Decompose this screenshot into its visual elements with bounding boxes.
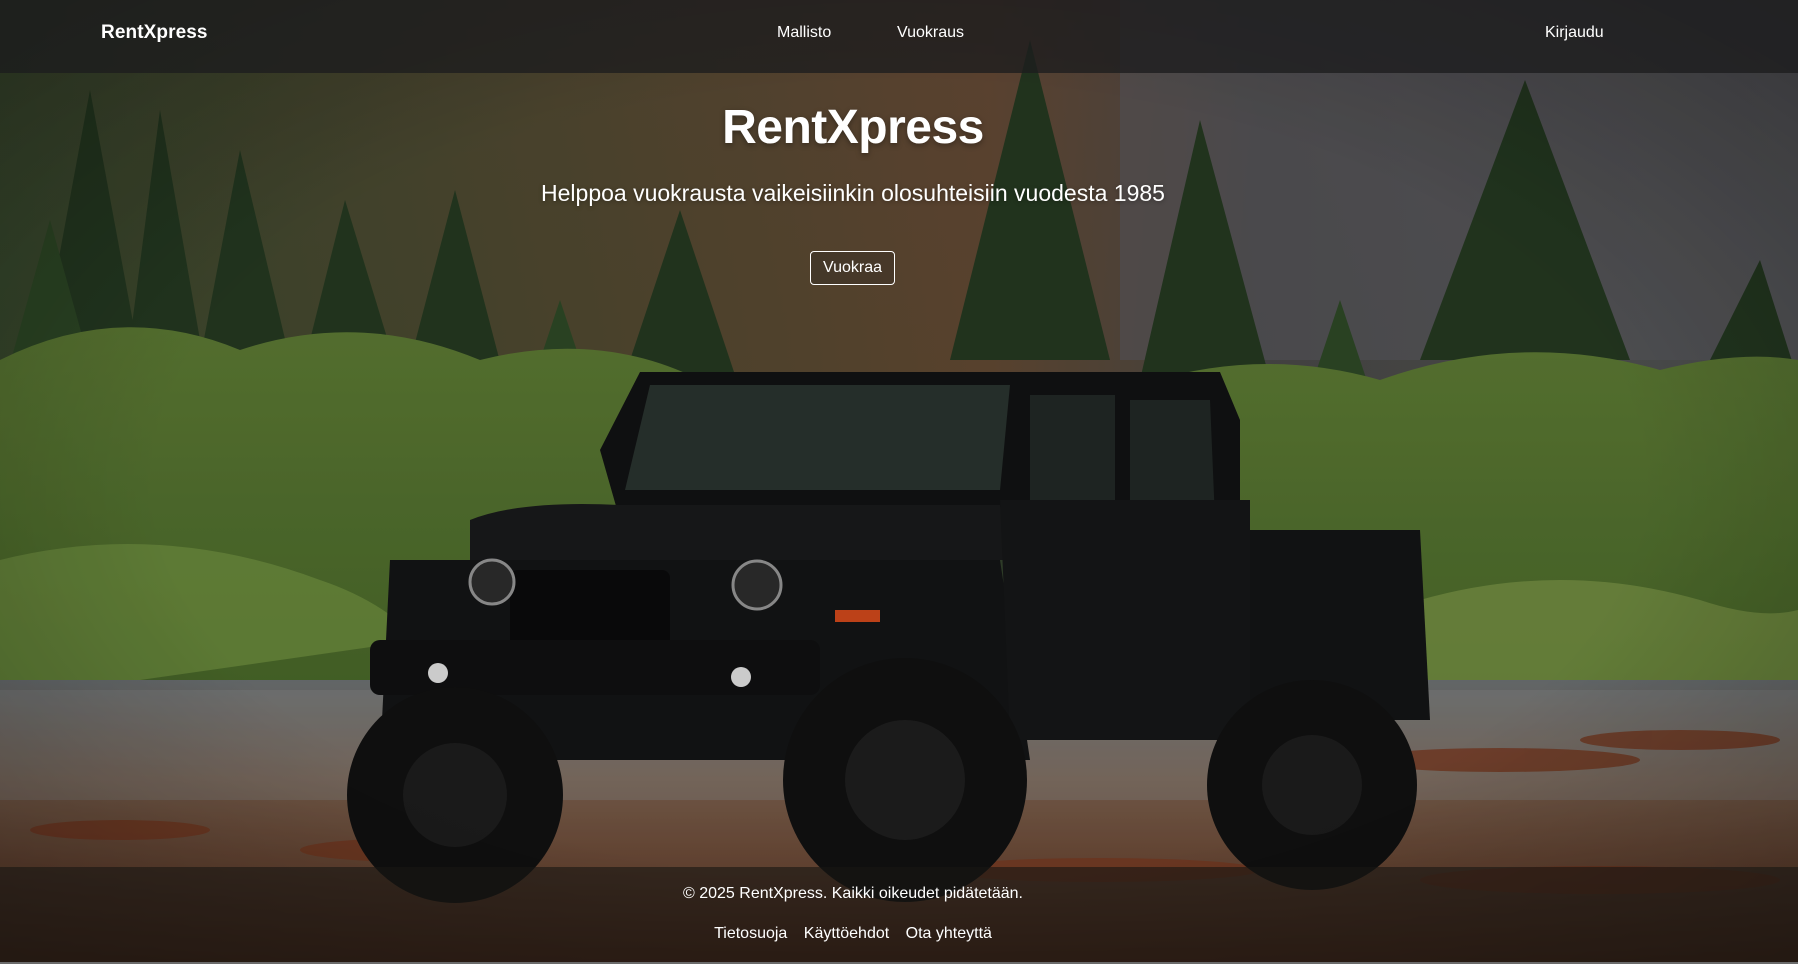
hero-title: RentXpress: [722, 101, 984, 154]
nav-link-login[interactable]: Kirjaudu: [1545, 24, 1604, 42]
footer-link-contact[interactable]: Ota yhteyttä: [906, 925, 992, 943]
footer-link-terms[interactable]: Käyttöehdot: [804, 925, 889, 943]
footer-copyright: © 2025 RentXpress. Kaikki oikeudet pidät…: [683, 885, 1023, 902]
hero-subtitle: Helppoa vuokrausta vaikeisiinkin olosuht…: [541, 180, 1165, 206]
nav-link-rental[interactable]: Vuokraus: [897, 24, 964, 42]
nav-link-models[interactable]: Mallisto: [777, 24, 831, 42]
rent-button[interactable]: Vuokraa: [810, 251, 895, 285]
top-navigation-bar: RentXpress Mallisto Vuokraus Kirjaudu: [0, 0, 1798, 73]
footer-link-privacy[interactable]: Tietosuoja: [714, 925, 787, 943]
footer-links: Tietosuoja Käyttöehdot Ota yhteyttä: [0, 925, 1706, 943]
page: RentXpress Mallisto Vuokraus Kirjaudu Re…: [0, 0, 1798, 964]
brand-logo-link[interactable]: RentXpress: [101, 22, 208, 44]
footer: © 2025 RentXpress. Kaikki oikeudet pidät…: [0, 867, 1798, 963]
